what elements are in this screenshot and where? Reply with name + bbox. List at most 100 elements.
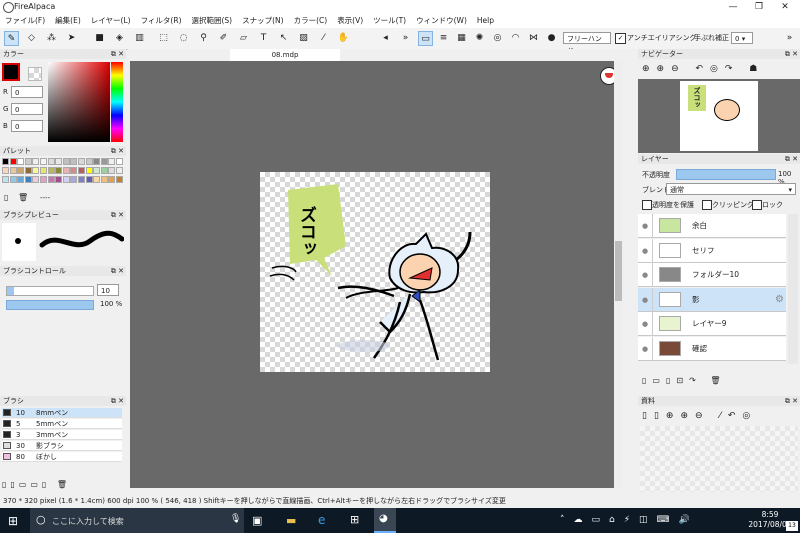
vertical-scroll-thumb[interactable] [615, 241, 622, 301]
snap-circle-icon[interactable]: ◎ [490, 31, 505, 46]
palette-swatch[interactable] [70, 167, 78, 174]
layer-visibility-icon[interactable]: ● [638, 214, 653, 238]
menu-file[interactable]: ファイル(F) [0, 14, 50, 28]
task-view-icon[interactable]: ▣ [252, 514, 262, 527]
layer-settings-gear-icon[interactable]: ⚙ [775, 294, 784, 305]
layer-actions[interactable]: ▯▭▯⊡↷ 🗑 [642, 376, 726, 385]
palette-swatch[interactable] [2, 176, 9, 183]
palette-swatch[interactable] [24, 176, 32, 183]
palette-swatch[interactable] [9, 176, 17, 183]
palette-swatch[interactable] [85, 158, 93, 165]
layer-visibility-icon[interactable]: ● [638, 238, 653, 263]
palette-swatch[interactable] [62, 158, 70, 165]
brush-size-slider[interactable] [6, 286, 94, 296]
palette-swatch[interactable] [116, 158, 123, 165]
snap-curve-icon[interactable]: ◠ [508, 31, 523, 46]
toolbar-overflow-icon[interactable]: » [782, 31, 797, 46]
vertical-scrollbar[interactable] [614, 61, 623, 488]
snap-grid-icon[interactable]: ▦ [454, 31, 469, 46]
brush-item[interactable]: 5 5mmペン [2, 419, 122, 429]
material-controls[interactable]: ▯▯⊕⊕⊖ ⁄↶◎ [642, 411, 757, 421]
panel-float-icon[interactable]: ⧉ ✕ [111, 266, 124, 276]
menu-select[interactable]: 選択範囲(S) [187, 14, 238, 28]
brush-item[interactable]: 3 3mmペン [2, 430, 122, 440]
text-tool-icon[interactable]: T [256, 31, 271, 46]
layer-row[interactable]: ● フォルダー10 [638, 263, 786, 287]
brush-item[interactable]: 10 8mmペン [2, 408, 122, 418]
palette-swatch[interactable] [100, 176, 108, 183]
palette-swatch[interactable] [70, 158, 78, 165]
panel-float-icon[interactable]: ⧉ ✕ [111, 396, 124, 406]
layer-row[interactable]: ● 影 ⚙ [638, 287, 786, 312]
palette-swatch[interactable] [32, 167, 40, 174]
palette-swatch[interactable] [78, 167, 85, 174]
layer-row[interactable]: ● セリフ [638, 238, 786, 263]
menu-view[interactable]: 表示(V) [332, 14, 368, 28]
palette-swatch[interactable] [24, 167, 32, 174]
palette-swatch[interactable] [9, 158, 17, 165]
layer-scrollbar[interactable] [788, 214, 798, 364]
palette-swatch[interactable] [47, 158, 55, 165]
fill-rect-tool-icon[interactable]: ■ [92, 31, 107, 46]
palette-swatch[interactable] [93, 167, 101, 174]
menu-tool[interactable]: ツール(T) [368, 14, 411, 28]
r-input[interactable]: 0 [11, 86, 43, 98]
palette-swatch[interactable] [55, 176, 63, 183]
windows-start-icon[interactable]: ⊞ [8, 514, 18, 528]
dot-tool-icon[interactable]: ⁂ [44, 31, 59, 46]
palette-swatch[interactable] [2, 167, 9, 174]
close-button[interactable]: ✕ [772, 0, 798, 14]
palette-swatch[interactable] [116, 167, 123, 174]
palette-swatch[interactable] [55, 158, 63, 165]
layer-row[interactable]: ● 余白 [638, 214, 786, 238]
menu-edit[interactable]: 編集(E) [50, 14, 86, 28]
palette-swatch[interactable] [93, 176, 101, 183]
drawing-canvas[interactable]: ズコッ [260, 172, 490, 372]
palette-swatch[interactable] [17, 167, 25, 174]
snap-off-icon[interactable]: ▭ [418, 31, 433, 46]
menu-help[interactable]: Help [472, 14, 499, 28]
brush-item[interactable]: 30 影ブラシ [2, 441, 122, 451]
brush-opacity-slider[interactable] [6, 300, 94, 310]
palette-add-icon[interactable]: ▯ [4, 193, 8, 202]
g-input[interactable]: 0 [11, 103, 43, 115]
palette-swatch[interactable] [62, 176, 70, 183]
palette-swatch[interactable] [78, 158, 85, 165]
notification-badge[interactable]: 13 [786, 521, 798, 531]
palette-swatch[interactable] [108, 176, 116, 183]
menu-snap[interactable]: スナップ(N) [237, 14, 288, 28]
layer-visibility-icon[interactable]: ● [638, 287, 653, 312]
hand-tool-icon[interactable]: ✋ [336, 31, 351, 46]
snap-parallel-icon[interactable]: ≡ [436, 31, 451, 46]
navigator-zoom-controls[interactable]: ⊕⊕⊖ ↶◎↷ ☗ [642, 64, 764, 74]
protect-alpha-checkbox[interactable] [642, 200, 652, 210]
palette-swatch[interactable] [78, 176, 85, 183]
rect-select-tool-icon[interactable]: ⬚ [156, 31, 171, 46]
firealpaca-taskbar-button[interactable]: ◕ [374, 508, 396, 533]
palette-swatch[interactable] [9, 167, 17, 174]
antialias-checkbox[interactable]: ✓ [615, 33, 626, 44]
navigator-view[interactable]: ズコッ [638, 79, 800, 153]
panel-float-icon[interactable]: ⧉ ✕ [111, 210, 124, 220]
hue-slider[interactable] [111, 62, 123, 142]
draw-mode-select[interactable]: フリーハンド ▾ [563, 32, 611, 55]
move-tool-icon[interactable]: ➤ [64, 31, 79, 46]
palette-swatch[interactable] [32, 176, 40, 183]
palette-swatch[interactable] [17, 158, 25, 165]
b-input[interactable]: 0 [11, 120, 43, 132]
bucket-tool-icon[interactable]: ◈ [112, 31, 127, 46]
lock-checkbox[interactable] [752, 200, 762, 210]
palette-swatch[interactable] [40, 158, 47, 165]
palette-swatch[interactable] [85, 167, 93, 174]
palette-swatch[interactable] [70, 176, 78, 183]
minimize-button[interactable]: — [720, 0, 746, 14]
menu-layer[interactable]: レイヤー(L) [86, 14, 136, 28]
lasso-tool-icon[interactable]: ◌ [176, 31, 191, 46]
pen-tool-icon[interactable]: ✎ [4, 31, 19, 46]
select-eraser-tool-icon[interactable]: ▱ [236, 31, 251, 46]
panel-float-icon[interactable]: ⧉ ✕ [785, 154, 798, 164]
brush-item[interactable]: 80 ぼかし [2, 452, 122, 462]
brush-size-input[interactable]: 10 [97, 284, 119, 296]
palette-swatch[interactable] [40, 167, 47, 174]
palette-swatch[interactable] [108, 167, 116, 174]
